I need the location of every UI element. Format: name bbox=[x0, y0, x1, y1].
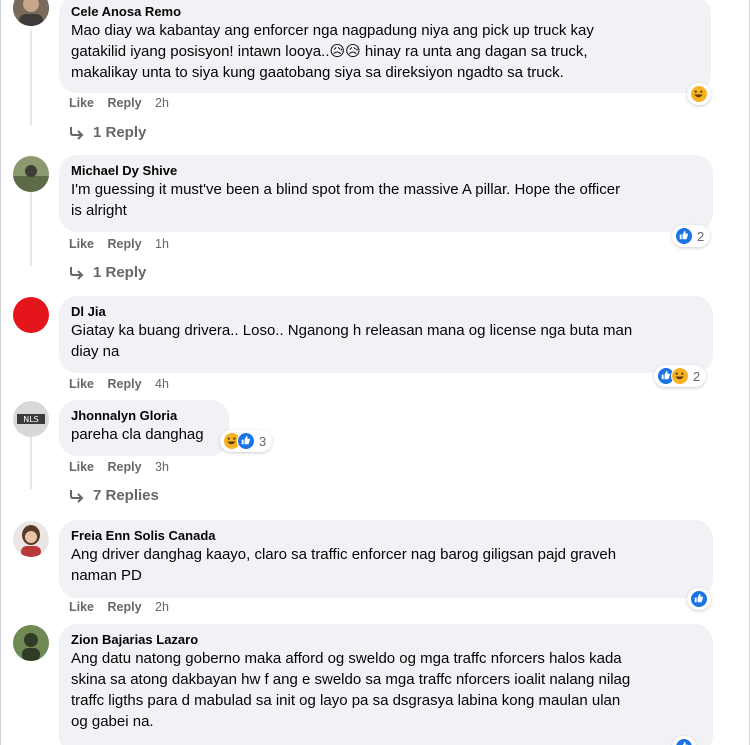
like-button[interactable]: Like bbox=[69, 460, 94, 474]
haha-icon bbox=[671, 367, 689, 385]
comment-text-line: og gabei na. bbox=[71, 713, 154, 730]
haha-icon bbox=[690, 85, 708, 103]
comment-bubble: Dl Jia Giatay ka buang drivera.. Loso.. … bbox=[59, 296, 713, 373]
view-replies-label: 1 Reply bbox=[93, 124, 147, 141]
comment-text-line: traffc ligths para d mabulad sa init og … bbox=[71, 692, 621, 709]
avatar[interactable] bbox=[13, 156, 49, 192]
timestamp[interactable]: 2h bbox=[155, 600, 169, 614]
reply-button[interactable]: Reply bbox=[108, 460, 142, 474]
comment-author[interactable]: Jhonnalyn Gloria bbox=[71, 407, 217, 424]
comment-author[interactable]: Cele Anosa Remo bbox=[71, 3, 699, 20]
like-button[interactable]: Like bbox=[69, 96, 94, 110]
avatar[interactable] bbox=[13, 297, 49, 333]
reaction-summary[interactable]: 2 bbox=[672, 225, 711, 247]
comment-actions: Like Reply 2h bbox=[69, 96, 179, 110]
reaction-summary[interactable] bbox=[687, 588, 711, 610]
comment-text-line: Ang datu natong goberno maka afford og s… bbox=[71, 650, 622, 667]
timestamp[interactable]: 1h bbox=[155, 237, 169, 251]
reply-arrow-icon bbox=[70, 126, 84, 140]
thread-line bbox=[30, 30, 32, 125]
timestamp[interactable]: 2h bbox=[155, 96, 169, 110]
comment-author[interactable]: Freia Enn Solis Canada bbox=[71, 527, 701, 544]
comment-text-line: pareha cla danghag bbox=[71, 426, 204, 443]
like-icon bbox=[237, 432, 255, 450]
like-button[interactable]: Like bbox=[69, 377, 94, 391]
avatar[interactable]: NLS bbox=[13, 401, 49, 437]
like-button[interactable]: Like bbox=[69, 600, 94, 614]
reply-button[interactable]: Reply bbox=[108, 96, 142, 110]
thread-line bbox=[30, 437, 32, 489]
comment-bubble: Jhonnalyn Gloria pareha cla danghag bbox=[59, 400, 229, 456]
reply-button[interactable]: Reply bbox=[108, 237, 142, 251]
reaction-count: 2 bbox=[697, 228, 705, 244]
reply-button[interactable]: Reply bbox=[108, 377, 142, 391]
avatar[interactable] bbox=[13, 521, 49, 557]
comment-text-line: Mao diay wa kabantay ang enforcer nga na… bbox=[71, 22, 594, 39]
comment-author[interactable]: Michael Dy Shive bbox=[71, 162, 701, 179]
comment-bubble: Michael Dy Shive I'm guessing it must've… bbox=[59, 155, 713, 232]
comment-author[interactable]: Zion Bajarias Lazaro bbox=[71, 631, 701, 648]
comment-actions: Like Reply 3h bbox=[69, 460, 179, 474]
comment-actions: Like Reply 1h bbox=[69, 237, 179, 251]
comment-actions: Like Reply 4h bbox=[69, 377, 179, 391]
comment-text-line: skina sa atong dakbayan hw f ang e sweld… bbox=[71, 671, 631, 688]
comment-bubble: Zion Bajarias Lazaro Ang datu natong gob… bbox=[59, 624, 713, 745]
reaction-count: 2 bbox=[693, 368, 701, 384]
avatar[interactable] bbox=[13, 625, 49, 661]
comment-text-line: Giatay ka buang drivera.. Loso.. Nganong… bbox=[71, 322, 633, 339]
reply-button[interactable]: Reply bbox=[108, 600, 142, 614]
timestamp[interactable]: 4h bbox=[155, 377, 169, 391]
comment-text-line: gatakilid iyang posisyon! intawn looya..… bbox=[71, 43, 588, 60]
view-replies-label: 1 Reply bbox=[93, 264, 147, 281]
comment-text-line: I'm guessing it must've been a blind spo… bbox=[71, 181, 621, 198]
comment-text-line: makalikay unta to siya kung gaatobang si… bbox=[71, 64, 564, 81]
comments-panel: Cele Anosa Remo Mao diay wa kabantay ang… bbox=[0, 0, 750, 745]
thread-line bbox=[30, 192, 32, 266]
comment-bubble: Cele Anosa Remo Mao diay wa kabantay ang… bbox=[59, 0, 711, 93]
like-icon bbox=[675, 227, 693, 245]
view-replies-link[interactable]: 1 Reply bbox=[69, 124, 146, 141]
view-replies-link[interactable]: 1 Reply bbox=[69, 264, 146, 281]
view-replies-label: 7 Replies bbox=[93, 487, 159, 504]
avatar[interactable] bbox=[13, 0, 49, 26]
svg-text:NLS: NLS bbox=[23, 415, 39, 424]
comment-bubble: Freia Enn Solis Canada Ang driver dangha… bbox=[59, 520, 713, 598]
view-replies-link[interactable]: 7 Replies bbox=[69, 487, 159, 504]
comment-author[interactable]: Dl Jia bbox=[71, 303, 701, 320]
reply-arrow-icon bbox=[70, 489, 84, 503]
reaction-count: 3 bbox=[259, 433, 267, 449]
comment-actions: Like Reply 2h bbox=[69, 600, 179, 614]
reaction-summary[interactable] bbox=[687, 83, 711, 105]
comment-text-line: naman PD bbox=[71, 567, 142, 584]
like-button[interactable]: Like bbox=[69, 237, 94, 251]
reaction-summary[interactable]: 2 bbox=[654, 365, 707, 387]
like-icon bbox=[690, 590, 708, 608]
comment-text-line: is alright bbox=[71, 202, 127, 219]
comment-text-line: Ang driver danghag kaayo, claro sa traff… bbox=[71, 546, 617, 563]
reaction-summary[interactable]: 3 bbox=[220, 430, 273, 452]
reply-arrow-icon bbox=[70, 266, 84, 280]
comment-text-line: diay na bbox=[71, 343, 120, 360]
timestamp[interactable]: 3h bbox=[155, 460, 169, 474]
like-icon bbox=[675, 738, 693, 745]
